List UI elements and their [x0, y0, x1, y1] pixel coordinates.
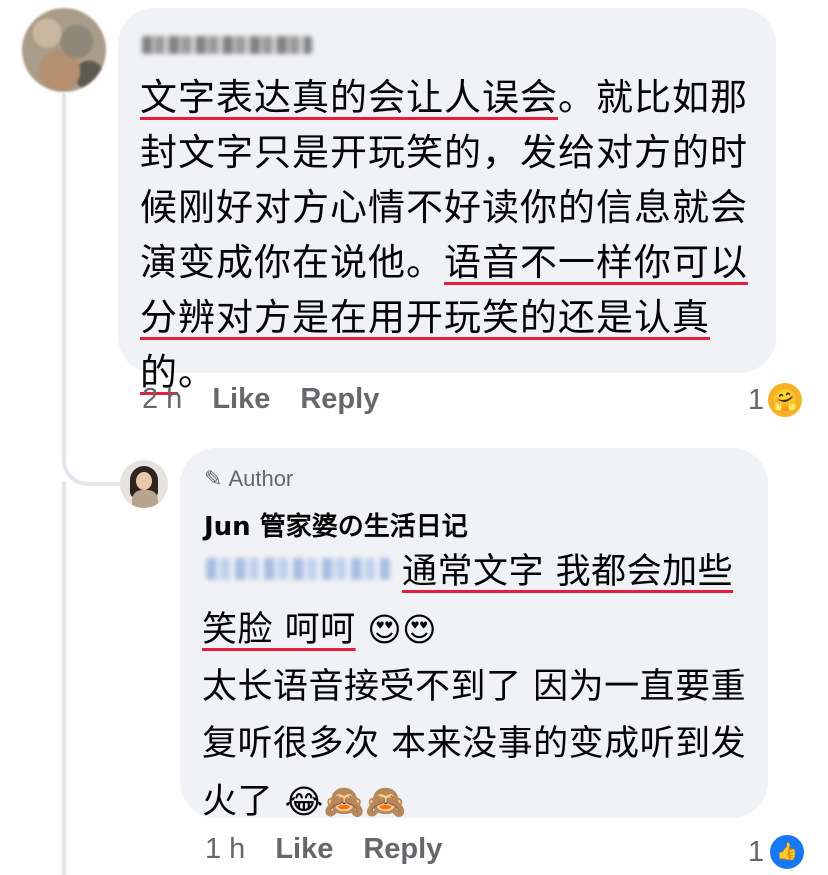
reply-text-highlight: 通常文字 我都会加些笑脸 呵呵	[202, 552, 734, 650]
heart-eyes-emoji: 😍😍	[367, 610, 438, 649]
reply-text-plain: 太长语音接受不到了 因为一直要重复听很多次 本来没事的变成听到发火了	[202, 667, 747, 822]
reply-bubble: ✎ Author Jun 管家婆の生活日记 通常文字 我都会加些笑脸 呵呵 😍😍…	[180, 448, 768, 822]
comment-time[interactable]: 2 h	[142, 383, 182, 416]
comment-actions: 2 h Like Reply	[142, 383, 409, 416]
author-badge-label: Author	[228, 466, 294, 491]
commenter-avatar[interactable]	[22, 8, 106, 92]
commenter-name-blurred[interactable]	[142, 36, 312, 54]
thread-line	[62, 92, 66, 462]
reply-button[interactable]: Reply	[300, 383, 379, 416]
thread-connector	[62, 430, 122, 486]
reply-text: 通常文字 我都会加些笑脸 呵呵 😍😍 太长语音接受不到了 因为一直要重复听很多次 …	[202, 544, 747, 831]
comment-text-highlight: 文字表达真的会让人误会	[140, 76, 558, 119]
reply-time[interactable]: 1 h	[205, 833, 245, 866]
pen-icon: ✎	[204, 466, 223, 491]
reaction-summary[interactable]: 1 👍	[748, 833, 807, 871]
reaction-count: 1	[748, 383, 765, 416]
comment-text: 文字表达真的会让人误会。就比如那封文字只是开玩笑的，发给对方的时候刚好对方心情不…	[140, 70, 760, 400]
laugh-monkey-emoji: 😂🙈🙈	[284, 782, 407, 821]
author-badge: ✎ Author	[204, 466, 293, 492]
reaction-summary[interactable]: 1 🤗	[748, 383, 803, 417]
like-button[interactable]: Like	[212, 383, 270, 416]
reply-author-name[interactable]: Jun 管家婆の生活日记	[204, 506, 468, 543]
reaction-count: 1	[748, 835, 765, 868]
care-reaction-icon: 🤗	[768, 383, 803, 417]
thread-line	[62, 482, 66, 875]
reply-author-avatar[interactable]	[120, 460, 168, 508]
reply-button[interactable]: Reply	[363, 833, 442, 866]
like-reaction-icon: 👍	[768, 833, 807, 871]
like-button[interactable]: Like	[275, 833, 333, 866]
comment-bubble: 文字表达真的会让人误会。就比如那封文字只是开玩笑的，发给对方的时候刚好对方心情不…	[118, 8, 776, 394]
reply-actions: 1 h Like Reply	[205, 833, 472, 866]
